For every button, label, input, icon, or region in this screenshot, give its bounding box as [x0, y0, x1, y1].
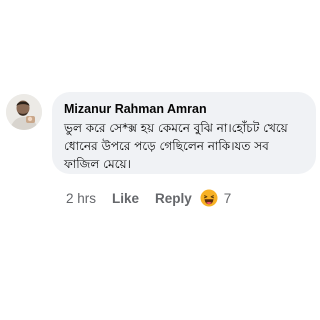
comment-thread: Mizanur Rahman Amran ভুল করে সে*ক্স হয় …	[0, 0, 320, 320]
avatar[interactable]	[6, 94, 42, 130]
comment-author-name[interactable]: Mizanur Rahman Amran	[64, 101, 306, 117]
comment-timestamp[interactable]: 2 hrs	[66, 191, 96, 206]
profile-photo-icon	[6, 94, 42, 130]
comment-actions: 2 hrs Like Reply 7	[66, 188, 231, 208]
reaction-count[interactable]: 7	[224, 191, 232, 206]
like-button[interactable]: Like	[112, 191, 139, 206]
comment-text: ভুল করে সে*ক্স হয় কেমনে বুঝি না।হোঁচট খ…	[64, 121, 288, 171]
comment-bubble: Mizanur Rahman Amran ভুল করে সে*ক্স হয় …	[52, 92, 316, 174]
reply-button[interactable]: Reply	[155, 191, 192, 206]
haha-reaction-icon[interactable]	[200, 189, 218, 207]
